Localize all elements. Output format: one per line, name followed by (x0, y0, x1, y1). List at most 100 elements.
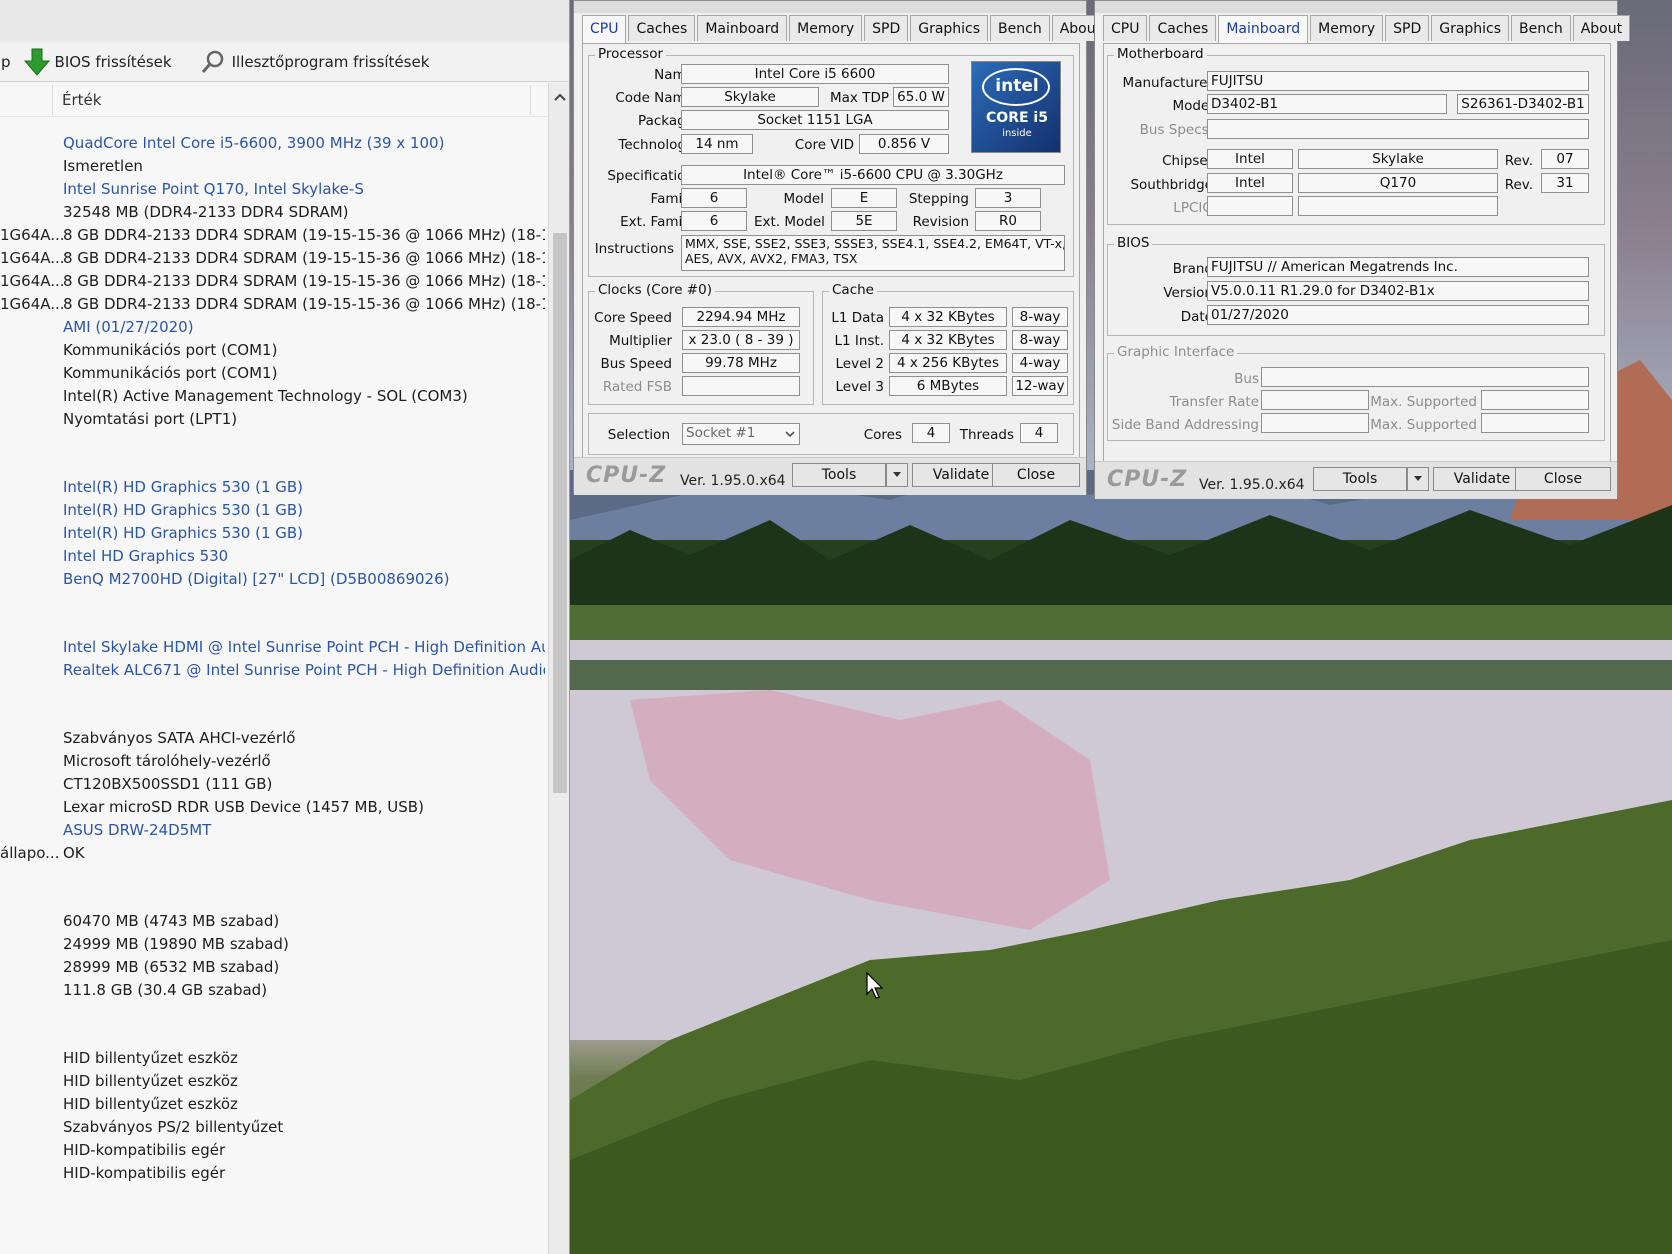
gi-maxsup-label-2: Max. Supported (1370, 417, 1477, 433)
list-item-value: 24999 MB (19890 MB szabad) (63, 935, 289, 953)
list-item[interactable]: AMI (01/27/2020) (0, 315, 545, 339)
list-item[interactable]: QuadCore Intel Core i5-6600, 3900 MHz (3… (0, 131, 545, 155)
list-item-value: 60470 MB (4743 MB szabad) (63, 912, 280, 930)
list-item[interactable]: Realtek ALC671 @ Intel Sunrise Point PCH… (0, 658, 545, 682)
revision-label: Revision (912, 214, 969, 230)
tab-spd[interactable]: SPD (1385, 15, 1430, 41)
instructions-line2: AES, AVX, AVX2, FMA3, TSX (685, 251, 858, 266)
list-item[interactable]: Intel(R) HD Graphics 530 (1 GB) (0, 475, 545, 499)
driver-update-button[interactable]: Illesztőprogram frissítések (200, 49, 430, 75)
list-item[interactable]: 1G64A... 8 GB DDR4-2133 DDR4 SDRAM (19-15… (0, 223, 545, 247)
list-item-value: 8 GB DDR4-2133 DDR4 SDRAM (19-15-15-36 @… (63, 295, 545, 313)
list-item[interactable]: 24999 MB (19890 MB szabad) (0, 932, 545, 956)
scroll-up-icon[interactable] (549, 89, 570, 105)
vertical-scrollbar[interactable] (548, 83, 570, 1254)
list-item[interactable]: HID-kompatibilis egér (0, 1138, 545, 1162)
list-item[interactable]: HID billentyűzet eszköz (0, 1069, 545, 1093)
tools-dropdown-button[interactable] (886, 463, 908, 487)
list-item[interactable]: Szabványos PS/2 billentyűzet (0, 1115, 545, 1139)
tab-cpu[interactable]: CPU (1103, 15, 1148, 41)
threads-label: Threads (959, 427, 1014, 443)
list-item-value: Intel Sunrise Point Q170, Intel Skylake-… (63, 180, 364, 198)
list-item[interactable]: 1G64A... 8 GB DDR4-2133 DDR4 SDRAM (19-15… (0, 246, 545, 270)
scrollbar-thumb[interactable] (553, 233, 567, 793)
tab-spd[interactable]: SPD (864, 15, 909, 41)
list-item[interactable]: 28999 MB (6532 MB szabad) (0, 955, 545, 979)
list-item-value: Szabványos PS/2 billentyűzet (63, 1118, 284, 1136)
list-item[interactable]: 32548 MB (DDR4-2133 DDR4 SDRAM) (0, 200, 545, 224)
tab-bench[interactable]: Bench (1511, 15, 1571, 41)
list-item[interactable]: CT120BX500SSD1 (111 GB) (0, 772, 545, 796)
list-item[interactable]: 1G64A... 8 GB DDR4-2133 DDR4 SDRAM (19-15… (0, 269, 545, 293)
tab-caches[interactable]: Caches (628, 15, 696, 41)
window-top-strip (0, 0, 569, 42)
list-item[interactable]: Ismeretlen (0, 154, 545, 178)
cpuz-titlebar[interactable] (1095, 1, 1617, 13)
tab-mainboard[interactable]: Mainboard (1218, 15, 1309, 43)
list-item[interactable]: Intel Skylake HDMI @ Intel Sunrise Point… (0, 635, 545, 659)
tools-button[interactable]: Tools (1313, 467, 1407, 491)
list-item[interactable]: Intel(R) Active Management Technology - … (0, 384, 545, 408)
list-item[interactable]: ASUS DRW-24D5MT (0, 818, 545, 842)
list-item[interactable]: Nyomtatási port (LPT1) (0, 407, 545, 431)
model-field: D3402-B1 (1207, 94, 1447, 114)
list-item[interactable]: Szabványos SATA AHCI-vezérlő (0, 726, 545, 750)
list-item[interactable]: HID billentyűzet eszköz (0, 1046, 545, 1070)
l1i-field: 4 x 32 KBytes (889, 330, 1007, 350)
tab-mainboard[interactable]: Mainboard (697, 15, 788, 41)
list-item[interactable]: HID billentyűzet eszköz (0, 1092, 545, 1116)
cpuz-titlebar[interactable] (574, 1, 1086, 13)
bios-version-label: Version (1163, 285, 1213, 301)
list-item[interactable]: 1G64A... 8 GB DDR4-2133 DDR4 SDRAM (19-15… (0, 292, 545, 316)
l1i-label: L1 Inst. (834, 333, 884, 349)
tools-button[interactable]: Tools (792, 463, 886, 487)
column-header-value: Érték (62, 91, 102, 109)
tab-bench[interactable]: Bench (990, 15, 1050, 41)
list-item[interactable]: HID-kompatibilis egér (0, 1161, 545, 1185)
driver-update-label: Illesztőprogram frissítések (231, 52, 430, 71)
tab-memory[interactable]: Memory (1310, 15, 1384, 41)
model-part-field: S26361-D3402-B1 (1457, 94, 1589, 114)
l1d-field: 4 x 32 KBytes (889, 307, 1007, 327)
close-button[interactable]: Close (992, 463, 1080, 487)
package-label: Package (638, 113, 694, 129)
badge-brand: intel (995, 76, 1039, 96)
list-item-value: Intel(R) HD Graphics 530 (1 GB) (63, 501, 304, 519)
list-item[interactable]: BenQ M2700HD (Digital) [27" LCD] (D5B008… (0, 567, 545, 591)
tab-caches[interactable]: Caches (1149, 15, 1217, 41)
list-item[interactable]: Kommunikációs port (COM1) (0, 338, 545, 362)
list-item[interactable]: 111.8 GB (30.4 GB szabad) (0, 978, 545, 1002)
tools-dropdown-button[interactable] (1407, 467, 1429, 491)
list-item[interactable]: Kommunikációs port (COM1) (0, 361, 545, 385)
ratedfsb-label: Rated FSB (602, 379, 672, 395)
technology-label: Technology (618, 137, 694, 153)
tools-label: Tools (1342, 471, 1378, 487)
l3-way-field: 12-way (1012, 376, 1068, 396)
list-item-value: Intel HD Graphics 530 (63, 547, 229, 565)
name-field: Intel Core i5 6600 (681, 64, 949, 84)
list-item[interactable]: Intel(R) HD Graphics 530 (1 GB) (0, 498, 545, 522)
list-item[interactable]: Intel HD Graphics 530 (0, 544, 545, 568)
column-header[interactable]: Érték (0, 83, 569, 117)
tab-memory[interactable]: Memory (789, 15, 863, 41)
list-item[interactable]: 60470 MB (4743 MB szabad) (0, 909, 545, 933)
list-item[interactable]: Intel(R) HD Graphics 530 (1 GB) (0, 521, 545, 545)
l2-way-field: 4-way (1012, 353, 1068, 373)
selection-dropdown[interactable]: Socket #1 (682, 423, 800, 445)
spec-label: Specification (607, 168, 694, 184)
list-item[interactable]: Microsoft tárolóhely-vezérlő (0, 749, 545, 773)
list-item-value: HID billentyűzet eszköz (63, 1049, 238, 1067)
close-button[interactable]: Close (1515, 467, 1611, 491)
list-item[interactable]: Lexar microSD RDR USB Device (1457 MB, U… (0, 795, 545, 819)
chipset-rev-field: 07 (1541, 149, 1589, 169)
list-item[interactable]: állapo... OK (0, 841, 545, 865)
tab-graphics[interactable]: Graphics (910, 15, 989, 41)
threads-field: 4 (1020, 423, 1058, 443)
sb-rev-label: Rev. (1504, 177, 1533, 193)
tab-cpu[interactable]: CPU (582, 15, 627, 43)
tab-about[interactable]: About (1572, 15, 1631, 41)
tab-graphics[interactable]: Graphics (1431, 15, 1510, 41)
bios-update-button[interactable]: BIOS frissítések (23, 47, 172, 77)
list-item[interactable]: Intel Sunrise Point Q170, Intel Skylake-… (0, 177, 545, 201)
toolbar-partial-item[interactable]: p (0, 53, 11, 71)
